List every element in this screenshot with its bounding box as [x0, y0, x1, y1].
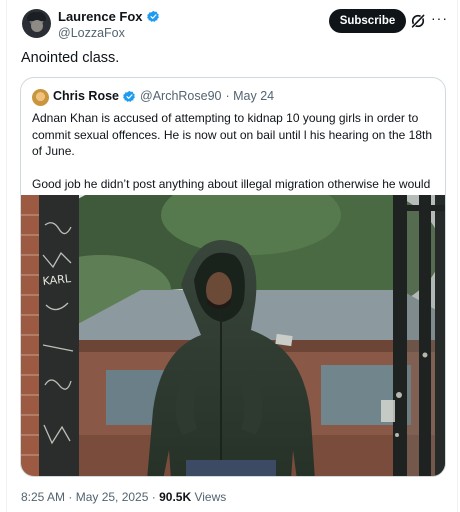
quote-author-name[interactable]: Chris Rose	[53, 89, 119, 103]
quote-author-avatar[interactable]	[32, 89, 49, 106]
grok-icon[interactable]	[410, 13, 426, 29]
quote-date[interactable]: · May 24	[225, 89, 274, 103]
view-count: 90.5K	[159, 490, 192, 504]
author-handle[interactable]: @LozzaFox	[58, 26, 125, 40]
quote-header: Chris Rose @ArchRose90 · May 24	[53, 89, 274, 103]
verified-badge-icon	[123, 90, 135, 102]
quote-paragraph: Adnan Khan is accused of attempting to k…	[32, 111, 433, 158]
author-avatar[interactable]	[22, 9, 51, 38]
tweet-text: Anointed class.	[21, 50, 120, 66]
quote-author-handle[interactable]: @ArchRose90	[140, 89, 221, 103]
quote-photo[interactable]: KARL	[21, 195, 445, 477]
subscribe-button[interactable]: Subscribe	[329, 9, 406, 33]
views-label: Views	[194, 490, 227, 504]
quoted-tweet[interactable]: Chris Rose @ArchRose90 · May 24 Adnan Kh…	[20, 77, 446, 477]
author-name[interactable]: Laurence Fox	[58, 9, 143, 24]
avatar-face	[31, 20, 43, 32]
tweet-meta: 8:25 AM · May 25, 2025 · 90.5K Views	[21, 490, 227, 504]
verified-badge-icon	[146, 10, 159, 22]
tweet-timestamp[interactable]: 8:25 AM · May 25, 2025	[21, 490, 148, 504]
author-name-row: Laurence Fox	[58, 9, 160, 24]
more-icon[interactable]: ···	[431, 10, 448, 26]
